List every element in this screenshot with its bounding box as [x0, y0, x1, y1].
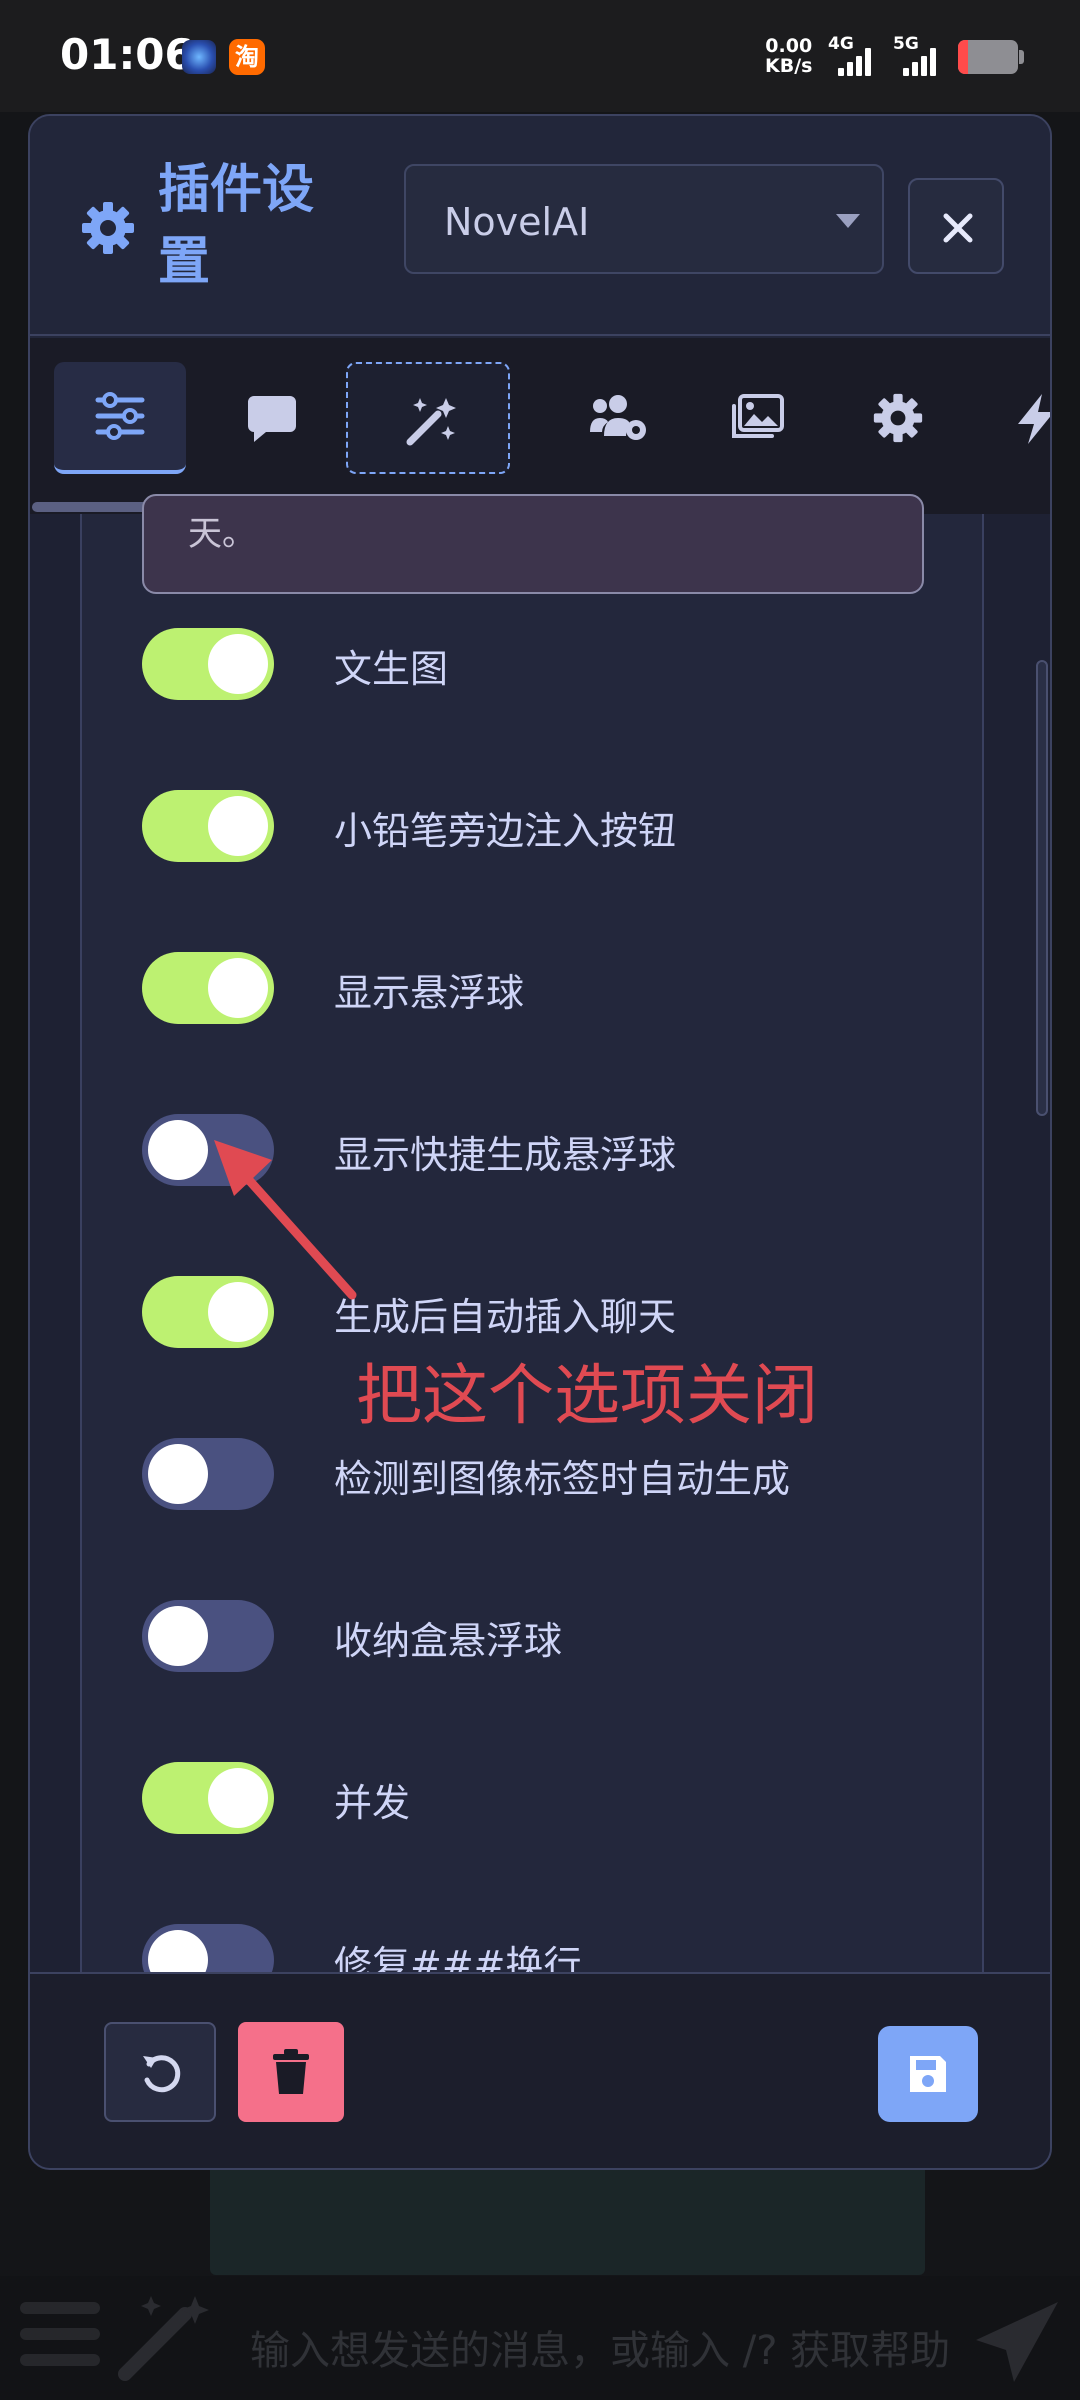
tab-gallery[interactable]: [690, 362, 822, 474]
toggle-switch[interactable]: [142, 952, 274, 1024]
tab-general[interactable]: [54, 362, 186, 474]
chat-bubble-icon: [248, 396, 296, 442]
sliders-icon: [95, 392, 145, 440]
tab-characters[interactable]: [548, 362, 680, 474]
save-button[interactable]: [878, 2026, 978, 2122]
magic-wand-icon: [406, 398, 456, 446]
tab-chat[interactable]: [206, 362, 338, 474]
settings-tab-bar: [30, 338, 1050, 514]
app-notification-icon: [182, 40, 216, 74]
provider-select-value: NovelAI: [444, 200, 590, 244]
toggle-label: 显示悬浮球: [334, 971, 525, 1015]
dialog-title: 插件设置: [158, 160, 315, 292]
annotation-arrow-icon: [214, 1140, 357, 1300]
toggle-label: 显示快捷生成悬浮球: [334, 1133, 677, 1177]
toggle-label: 收纳盒悬浮球: [334, 1619, 563, 1663]
bolt-icon: [1018, 394, 1050, 444]
images-icon: [732, 394, 784, 438]
background-image: [210, 2160, 925, 2275]
toggle-label: 检测到图像标签时自动生成: [334, 1457, 791, 1501]
users-cog-icon: [590, 395, 646, 440]
dialog-header: 插件设置 NovelAI: [30, 116, 1050, 336]
tab-image-generation[interactable]: [346, 362, 510, 474]
toggle-label: 生成后自动插入聊天: [334, 1295, 677, 1339]
floppy-disk-icon: [910, 2056, 946, 2092]
toggle-switch[interactable]: [142, 790, 274, 862]
caret-down-icon: [836, 214, 860, 228]
toggle-switch[interactable]: [142, 628, 274, 700]
undo-icon: [143, 2055, 181, 2093]
toggle-switch[interactable]: [142, 1600, 274, 1672]
close-icon: [943, 213, 973, 243]
gear-icon: [82, 202, 134, 254]
tab-settings[interactable]: [832, 362, 964, 474]
toggle-switch[interactable]: [142, 1762, 274, 1834]
toggle-switch[interactable]: [142, 1438, 274, 1510]
menu-icon[interactable]: [20, 2298, 100, 2370]
taobao-icon: 淘: [229, 39, 265, 75]
send-icon[interactable]: [972, 2296, 1062, 2386]
tab-quick-actions[interactable]: [974, 362, 1050, 474]
close-button[interactable]: [908, 178, 1004, 274]
reset-button[interactable]: [104, 2022, 216, 2122]
delete-button[interactable]: [238, 2022, 344, 2122]
status-time: 01:06: [60, 30, 194, 79]
toggle-label: 并发: [334, 1781, 411, 1825]
battery-icon: [958, 40, 1018, 74]
toggle-label: 小铅笔旁边注入按钮: [334, 809, 677, 853]
content-scrollbar[interactable]: [1036, 660, 1048, 1116]
network-speed: 0.00 KB/s: [765, 35, 813, 77]
plugin-settings-dialog: 插件设置 NovelAI 天。 文生图 小铅笔旁边注入按钮 显示悬浮球 显示快捷…: [28, 114, 1052, 2170]
toggle-label: 文生图: [334, 647, 449, 691]
settings-content: 天。 文生图 小铅笔旁边注入按钮 显示悬浮球 显示快捷生成悬浮球 生成后自动插入…: [30, 494, 1050, 1996]
annotation-text: 把这个选项关闭: [356, 1357, 818, 1434]
gear-icon: [873, 393, 923, 443]
trash-icon: [273, 2049, 309, 2094]
prompt-textarea[interactable]: 天。: [142, 494, 924, 594]
status-bar: 01:06 淘 0.00 KB/s 4G 5G: [0, 0, 1080, 112]
magic-wand-icon[interactable]: [115, 2292, 215, 2382]
provider-select[interactable]: NovelAI: [404, 164, 884, 274]
dialog-footer: [30, 1972, 1050, 2168]
chat-input[interactable]: 输入想发送的消息，或输入 /? 获取帮助: [250, 2318, 960, 2376]
